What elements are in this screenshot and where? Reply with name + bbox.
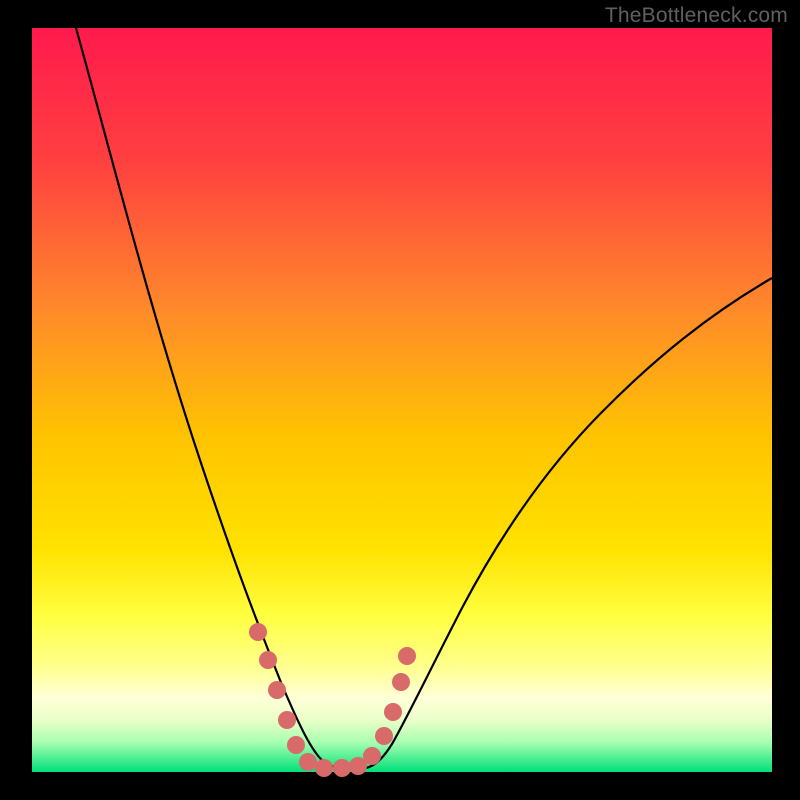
chart-frame: TheBottleneck.com xyxy=(0,0,800,800)
watermark-text: TheBottleneck.com xyxy=(605,4,788,28)
chart-canvas xyxy=(0,0,800,800)
